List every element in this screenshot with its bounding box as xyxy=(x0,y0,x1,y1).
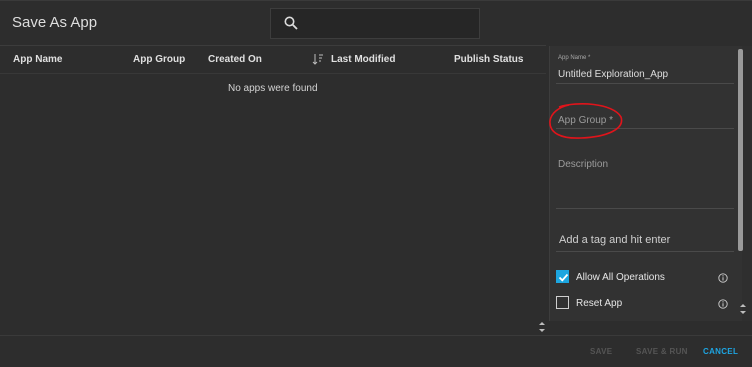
cancel-button[interactable]: CANCEL xyxy=(703,347,738,356)
search-input[interactable] xyxy=(270,8,480,39)
save-button[interactable]: SAVE xyxy=(590,347,612,356)
app-name-underline xyxy=(556,83,734,84)
reset-app-label: Reset App xyxy=(576,298,623,309)
column-app-group[interactable]: App Group xyxy=(133,54,185,65)
table-header-divider xyxy=(0,73,546,74)
info-icon[interactable] xyxy=(718,273,728,283)
app-name-label: App Name * xyxy=(558,55,591,61)
dialog-title: Save As App xyxy=(12,14,98,31)
description-underline xyxy=(556,208,734,209)
allow-all-operations-label: Allow All Operations xyxy=(576,272,665,283)
list-scroll-arrows-icon[interactable] xyxy=(538,321,546,333)
column-app-name[interactable]: App Name xyxy=(13,54,62,65)
header-divider xyxy=(0,45,546,46)
allow-all-operations-checkbox[interactable] xyxy=(556,270,569,283)
sort-icon[interactable] xyxy=(312,52,324,66)
panel-scrollbar-track[interactable] xyxy=(742,46,752,321)
save-and-run-button[interactable]: SAVE & RUN xyxy=(636,347,688,356)
column-publish-status[interactable]: Publish Status xyxy=(454,54,523,65)
info-icon[interactable] xyxy=(718,299,728,309)
panel-scrollbar-thumb[interactable] xyxy=(738,49,743,251)
app-name-field[interactable]: Untitled Exploration_App xyxy=(558,69,668,80)
save-as-app-dialog: Save As App App Name App Group Created O… xyxy=(0,0,752,367)
footer-divider xyxy=(0,335,752,336)
reset-app-checkbox[interactable] xyxy=(556,296,569,309)
checkmark-icon xyxy=(558,273,569,282)
description-field[interactable]: Description xyxy=(558,159,608,170)
tag-input[interactable]: Add a tag and hit enter xyxy=(559,234,670,246)
column-created-on[interactable]: Created On xyxy=(208,54,262,65)
empty-state-message: No apps were found xyxy=(228,83,318,94)
red-circle-annotation xyxy=(549,103,623,139)
panel-scroll-arrows-icon[interactable] xyxy=(739,303,747,315)
search-icon xyxy=(284,16,298,30)
column-last-modified[interactable]: Last Modified xyxy=(331,54,395,65)
tag-underline xyxy=(556,251,734,252)
